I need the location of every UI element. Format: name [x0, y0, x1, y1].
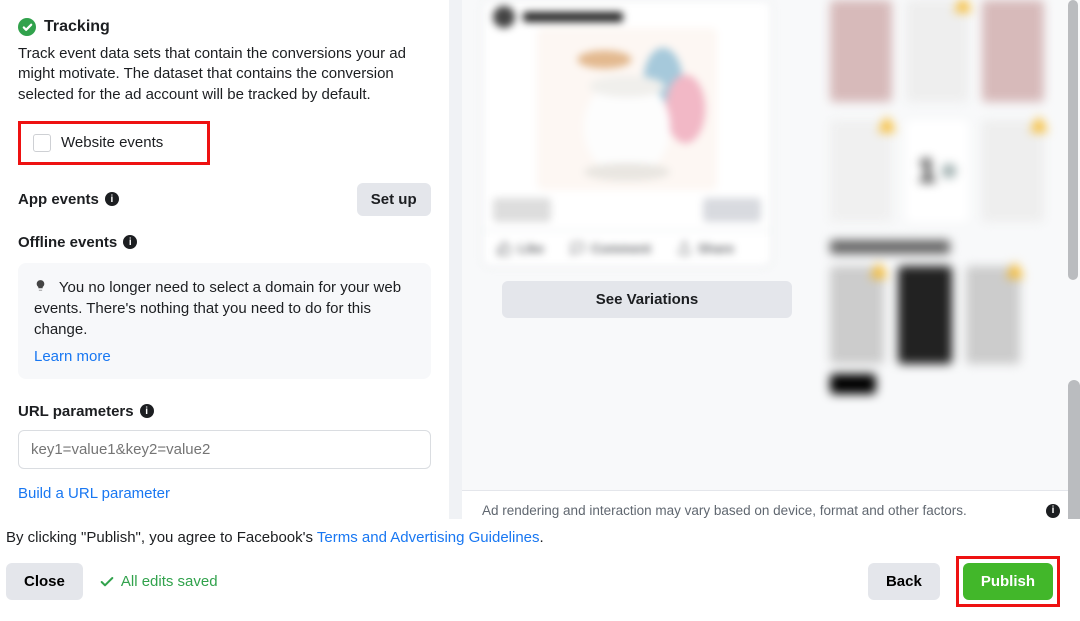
bulb-icon	[34, 277, 47, 298]
preview-panel: Like Comment Share See Variations	[462, 0, 1080, 530]
comment-button[interactable]: Comment	[570, 241, 651, 256]
like-button[interactable]: Like	[497, 241, 544, 256]
panel-divider	[449, 0, 462, 530]
build-url-link[interactable]: Build a URL parameter	[18, 485, 170, 502]
footer-bar: By clicking "Publish", you agree to Face…	[0, 519, 1080, 621]
tracking-title: Tracking	[44, 18, 110, 36]
website-events-checkbox[interactable]	[33, 134, 51, 152]
warning-icon	[1006, 262, 1024, 278]
website-events-row[interactable]: Website events	[18, 121, 210, 165]
terms-text: By clicking "Publish", you agree to Face…	[6, 529, 1060, 546]
back-button[interactable]: Back	[868, 563, 940, 600]
terms-link[interactable]: Terms and Advertising Guidelines	[317, 529, 540, 546]
website-events-label: Website events	[61, 134, 163, 151]
warning-icon	[1030, 116, 1048, 132]
ad-preview-card: Like Comment Share	[482, 0, 772, 267]
tracking-panel: Tracking Track event data sets that cont…	[0, 0, 449, 530]
product-image	[537, 28, 717, 190]
saved-status: All edits saved	[99, 573, 218, 590]
url-parameters-label: URL parameters i	[18, 403, 431, 420]
learn-more-link[interactable]: Learn more	[34, 348, 111, 365]
preview-scrollbar[interactable]	[1068, 0, 1078, 280]
check-icon	[99, 574, 115, 590]
warning-icon	[870, 262, 888, 278]
offline-events-label: Offline events i	[18, 234, 137, 251]
info-icon[interactable]: i	[123, 235, 137, 249]
domain-note: You no longer need to select a domain fo…	[18, 263, 431, 379]
see-variations-button[interactable]: See Variations	[502, 281, 792, 318]
warning-icon	[954, 0, 972, 12]
warning-icon	[878, 116, 896, 132]
setup-button[interactable]: Set up	[357, 183, 431, 216]
url-parameters-input[interactable]	[18, 430, 431, 469]
placements-preview: 1	[830, 0, 1060, 490]
app-events-label: App events i	[18, 191, 119, 208]
info-icon[interactable]: i	[105, 192, 119, 206]
close-button[interactable]: Close	[6, 563, 83, 600]
info-icon[interactable]: i	[140, 404, 154, 418]
tracking-description: Track event data sets that contain the c…	[18, 44, 431, 105]
share-button[interactable]: Share	[677, 241, 734, 256]
checkmark-icon	[18, 18, 36, 36]
info-icon[interactable]: i	[1046, 504, 1060, 518]
publish-button[interactable]: Publish	[963, 563, 1053, 600]
